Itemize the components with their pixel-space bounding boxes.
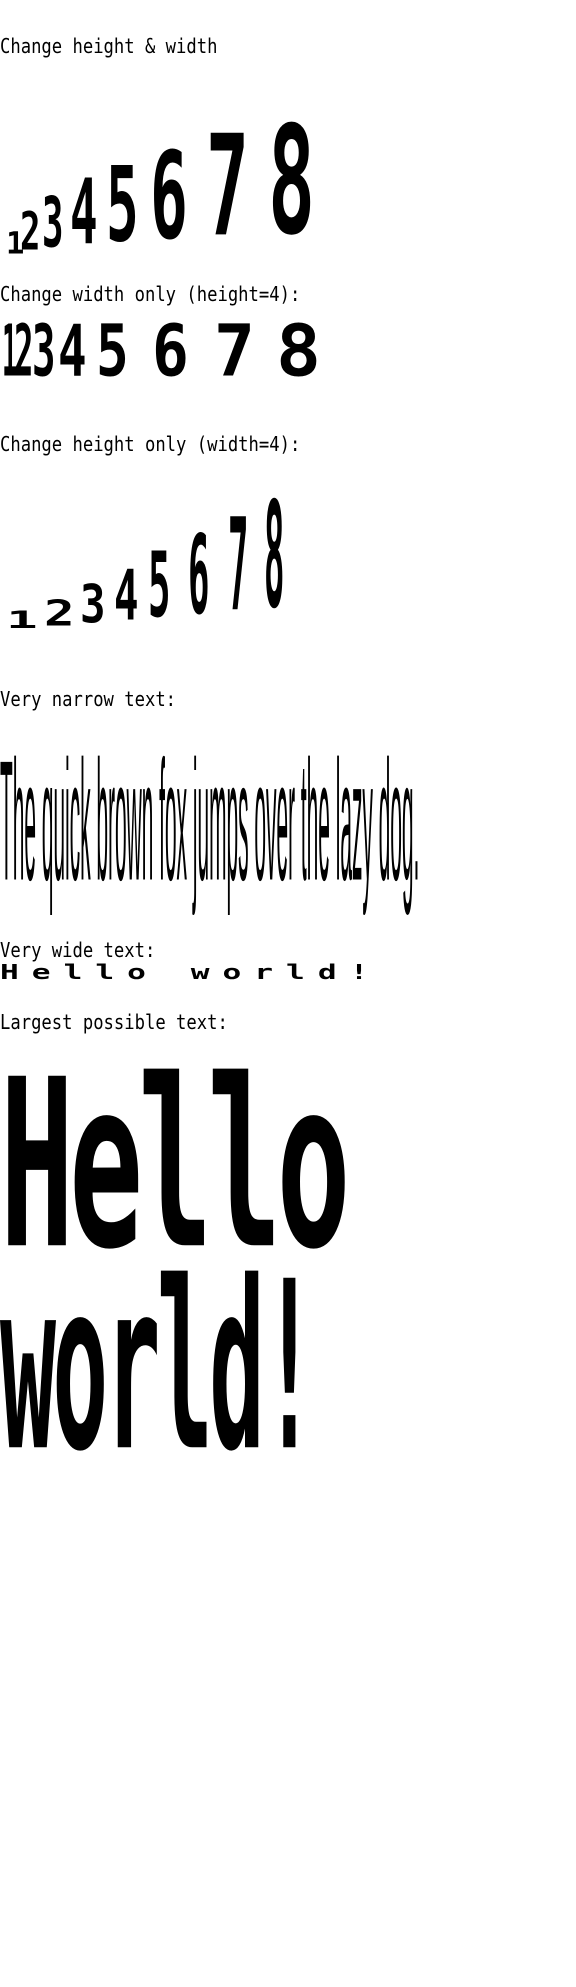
digit-7: 7: [228, 493, 249, 644]
digit-7: 7: [206, 107, 250, 272]
digit-5: 5: [148, 533, 171, 640]
digit-2: 2: [20, 201, 41, 264]
digit-5: 5: [106, 146, 139, 269]
digit-3: 3: [32, 310, 56, 395]
label-change-height-only: Change height only (width=4):: [0, 432, 301, 456]
narrow-text: The quick brown fox jumps over the lazy …: [0, 731, 420, 920]
digit-8: 8: [264, 472, 285, 645]
label-change-height-width: Change height & width: [0, 34, 218, 58]
digit-7: 7: [214, 310, 255, 395]
label-very-narrow-text: Very narrow text:: [0, 687, 177, 711]
digit-4: 4: [70, 160, 98, 267]
digit-2: 2: [44, 593, 75, 636]
digit-3: 3: [42, 183, 64, 266]
label-largest-possible-text: Largest possible text:: [0, 1010, 228, 1034]
wide-text: Hello world!: [0, 960, 382, 985]
largest-text-line-2: world!: [0, 1233, 317, 1504]
label-change-width-only: Change width only (height=4):: [0, 282, 301, 306]
digit-4: 4: [58, 310, 87, 395]
digit-2: 2: [14, 310, 34, 395]
page: { "sections": { "s1_label": "Change heig…: [0, 0, 576, 1987]
digit-6: 6: [152, 310, 189, 395]
digit-6: 6: [150, 127, 188, 270]
digit-1: 1: [6, 606, 38, 635]
digit-3: 3: [80, 574, 106, 637]
digit-8: 8: [268, 96, 316, 273]
digit-8: 8: [276, 310, 322, 395]
digit-4: 4: [114, 556, 139, 639]
digit-6: 6: [188, 513, 210, 642]
digit-5: 5: [96, 310, 129, 395]
label-very-wide-text: Very wide text:: [0, 938, 156, 962]
